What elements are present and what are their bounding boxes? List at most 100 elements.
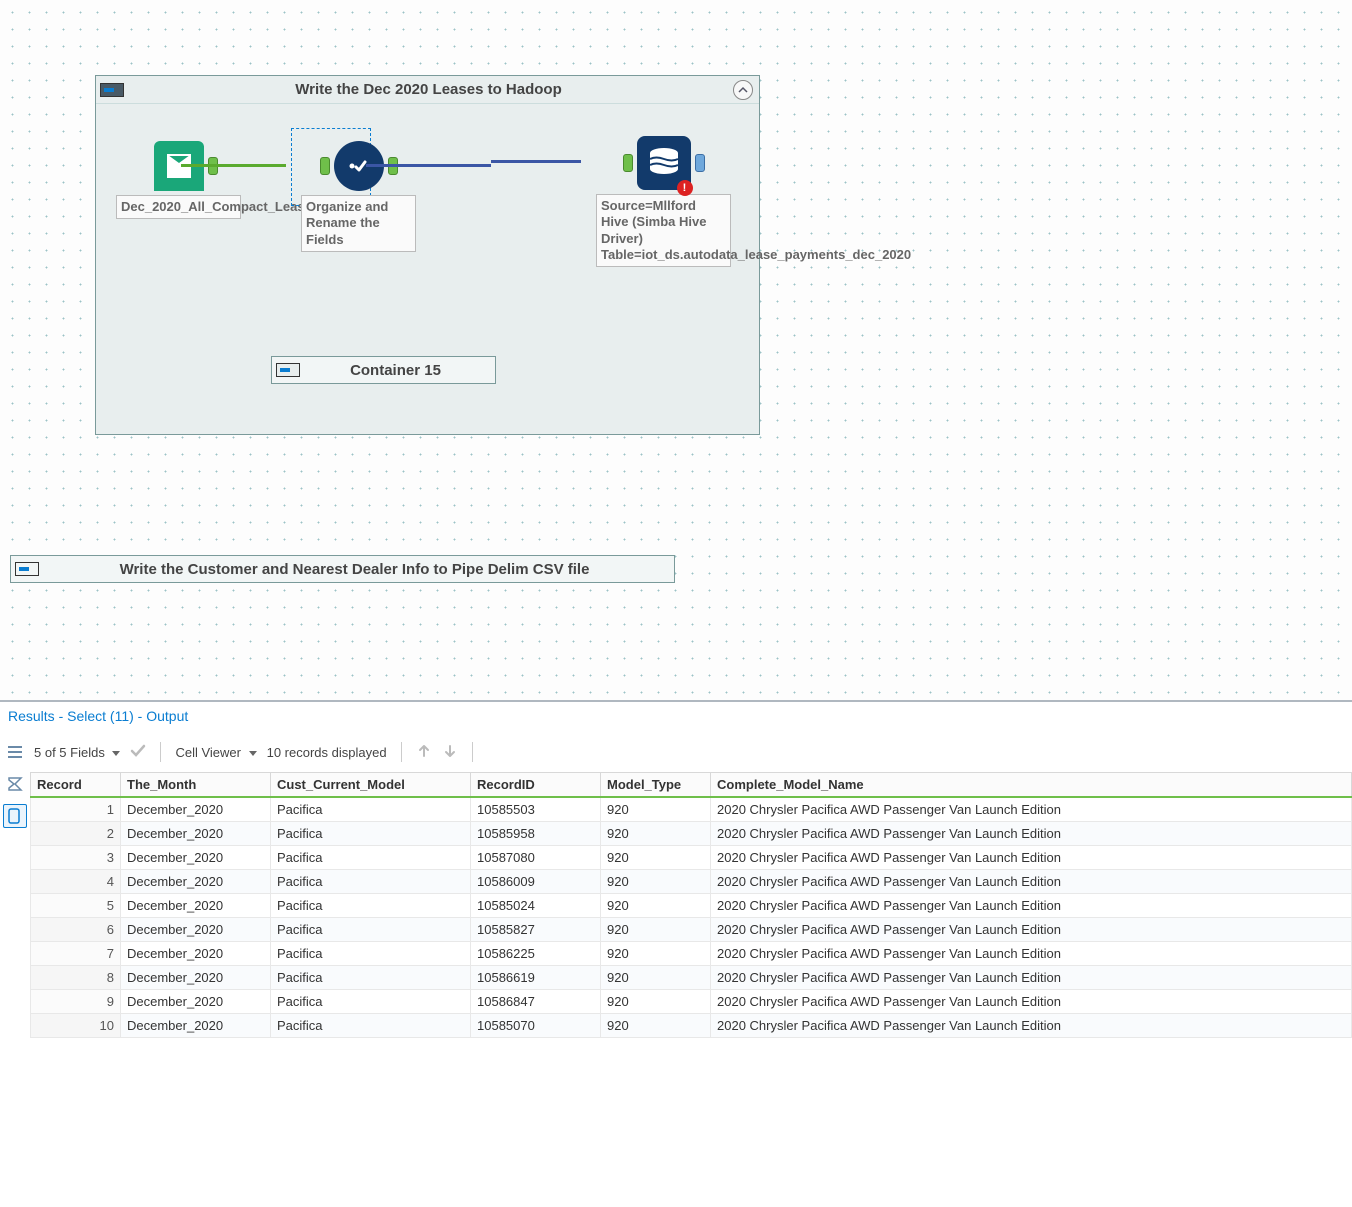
connector-line[interactable] — [181, 164, 286, 167]
cell-custmodel: Pacifica — [271, 846, 471, 870]
tool-input-data[interactable]: Dec_2020_All_Compact_Lease_Payments.yxdb — [116, 141, 241, 219]
results-title[interactable]: Results - Select (11) - Output — [0, 702, 1352, 734]
cell-record: 5 — [31, 894, 121, 918]
cell-custmodel: Pacifica — [271, 822, 471, 846]
table-row[interactable]: 1December_2020Pacifica105855039202020 Ch… — [31, 797, 1352, 822]
cell-viewer-dropdown[interactable]: Cell Viewer — [175, 745, 256, 760]
container-toggle-icon[interactable] — [100, 83, 124, 97]
cell-month: December_2020 — [121, 942, 271, 966]
error-badge-icon: ! — [677, 180, 693, 196]
list-icon — [6, 743, 24, 761]
output-anchor-icon[interactable] — [695, 154, 705, 172]
cell-modeltype: 920 — [601, 918, 711, 942]
table-row[interactable]: 9December_2020Pacifica105868479202020 Ch… — [31, 990, 1352, 1014]
workflow-canvas[interactable]: Write the Dec 2020 Leases to Hadoop Dec_… — [0, 0, 1352, 700]
container-header: Write the Dec 2020 Leases to Hadoop — [96, 76, 759, 104]
container-toggle-icon[interactable] — [15, 562, 39, 576]
cell-modeltype: 920 — [601, 1014, 711, 1038]
container-inner-title: Container 15 — [308, 362, 483, 379]
collapse-button[interactable] — [733, 80, 753, 100]
col-header-record[interactable]: Record — [31, 773, 121, 798]
cell-record: 8 — [31, 966, 121, 990]
input-anchor-icon[interactable] — [320, 157, 330, 175]
container-title: Write the Dec 2020 Leases to Hadoop — [124, 81, 733, 98]
cell-viewer-label: Cell Viewer — [175, 745, 241, 760]
cell-month: December_2020 — [121, 846, 271, 870]
container-inner[interactable]: Container 15 — [271, 356, 496, 384]
tool-output-data[interactable]: ! Source=Mllford Hive (Simba Hive Driver… — [596, 136, 731, 267]
cell-completename: 2020 Chrysler Pacifica AWD Passenger Van… — [711, 846, 1352, 870]
fields-summary[interactable]: 5 of 5 Fields — [34, 745, 120, 760]
table-row[interactable]: 6December_2020Pacifica105858279202020 Ch… — [31, 918, 1352, 942]
container-main[interactable]: Write the Dec 2020 Leases to Hadoop Dec_… — [95, 75, 760, 435]
table-header-row: Record The_Month Cust_Current_Model Reco… — [31, 773, 1352, 798]
col-header-month[interactable]: The_Month — [121, 773, 271, 798]
cell-month: December_2020 — [121, 870, 271, 894]
col-header-custmodel[interactable]: Cust_Current_Model — [271, 773, 471, 798]
cell-modeltype: 920 — [601, 870, 711, 894]
table-row[interactable]: 10December_2020Pacifica105850709202020 C… — [31, 1014, 1352, 1038]
cell-completename: 2020 Chrysler Pacifica AWD Passenger Van… — [711, 797, 1352, 822]
tool-select-label: Organize and Rename the Fields — [301, 195, 416, 252]
cell-month: December_2020 — [121, 822, 271, 846]
cell-month: December_2020 — [121, 990, 271, 1014]
cell-recordid: 10586847 — [471, 990, 601, 1014]
view-sigma-button[interactable] — [3, 772, 27, 796]
cell-month: December_2020 — [121, 918, 271, 942]
cell-recordid: 10586619 — [471, 966, 601, 990]
tool-output-label: Source=Mllford Hive (Simba Hive Driver) … — [596, 194, 731, 267]
cell-custmodel: Pacifica — [271, 966, 471, 990]
results-panel: Results - Select (11) - Output — [0, 700, 1352, 1038]
col-header-modeltype[interactable]: Model_Type — [601, 773, 711, 798]
cell-record: 9 — [31, 990, 121, 1014]
cell-record: 4 — [31, 870, 121, 894]
table-row[interactable]: 4December_2020Pacifica105860099202020 Ch… — [31, 870, 1352, 894]
connector-line[interactable] — [491, 160, 581, 163]
table-row[interactable]: 2December_2020Pacifica105859589202020 Ch… — [31, 822, 1352, 846]
cell-custmodel: Pacifica — [271, 797, 471, 822]
col-header-completename[interactable]: Complete_Model_Name — [711, 773, 1352, 798]
cell-record: 1 — [31, 797, 121, 822]
cell-modeltype: 920 — [601, 846, 711, 870]
cell-custmodel: Pacifica — [271, 918, 471, 942]
results-table[interactable]: Record The_Month Cust_Current_Model Reco… — [30, 772, 1352, 1038]
prev-record-button[interactable] — [416, 743, 432, 762]
sigma-icon — [6, 775, 24, 793]
table-row[interactable]: 7December_2020Pacifica105862259202020 Ch… — [31, 942, 1352, 966]
tool-select[interactable]: Organize and Rename the Fields — [301, 141, 416, 252]
cell-completename: 2020 Chrysler Pacifica AWD Passenger Van… — [711, 894, 1352, 918]
cell-completename: 2020 Chrysler Pacifica AWD Passenger Van… — [711, 870, 1352, 894]
cell-month: December_2020 — [121, 894, 271, 918]
cell-modeltype: 920 — [601, 822, 711, 846]
records-summary: 10 records displayed — [267, 745, 387, 760]
table-row[interactable]: 8December_2020Pacifica105866199202020 Ch… — [31, 966, 1352, 990]
container-second[interactable]: Write the Customer and Nearest Dealer In… — [10, 555, 675, 583]
cell-modeltype: 920 — [601, 942, 711, 966]
view-list-button[interactable] — [3, 740, 27, 764]
cell-recordid: 10585024 — [471, 894, 601, 918]
cell-completename: 2020 Chrysler Pacifica AWD Passenger Van… — [711, 918, 1352, 942]
tool-input-label: Dec_2020_All_Compact_Lease_Payments.yxdb — [116, 195, 241, 219]
connector-line[interactable] — [366, 164, 491, 167]
cell-recordid: 10587080 — [471, 846, 601, 870]
col-header-recordid[interactable]: RecordID — [471, 773, 601, 798]
table-row[interactable]: 3December_2020Pacifica105870809202020 Ch… — [31, 846, 1352, 870]
cell-recordid: 10585958 — [471, 822, 601, 846]
input-anchor-icon[interactable] — [623, 154, 633, 172]
apply-check-button[interactable] — [130, 743, 146, 762]
cell-record: 2 — [31, 822, 121, 846]
cell-recordid: 10586225 — [471, 942, 601, 966]
cell-month: December_2020 — [121, 966, 271, 990]
cell-custmodel: Pacifica — [271, 1014, 471, 1038]
table-row[interactable]: 5December_2020Pacifica105850249202020 Ch… — [31, 894, 1352, 918]
cell-recordid: 10586009 — [471, 870, 601, 894]
cell-custmodel: Pacifica — [271, 990, 471, 1014]
cell-completename: 2020 Chrysler Pacifica AWD Passenger Van… — [711, 1014, 1352, 1038]
next-record-button[interactable] — [442, 743, 458, 762]
output-data-icon: ! — [637, 136, 691, 190]
cell-modeltype: 920 — [601, 990, 711, 1014]
cell-modeltype: 920 — [601, 797, 711, 822]
container-toggle-icon[interactable] — [276, 363, 300, 377]
cell-completename: 2020 Chrysler Pacifica AWD Passenger Van… — [711, 990, 1352, 1014]
view-metadata-button[interactable] — [3, 804, 27, 828]
